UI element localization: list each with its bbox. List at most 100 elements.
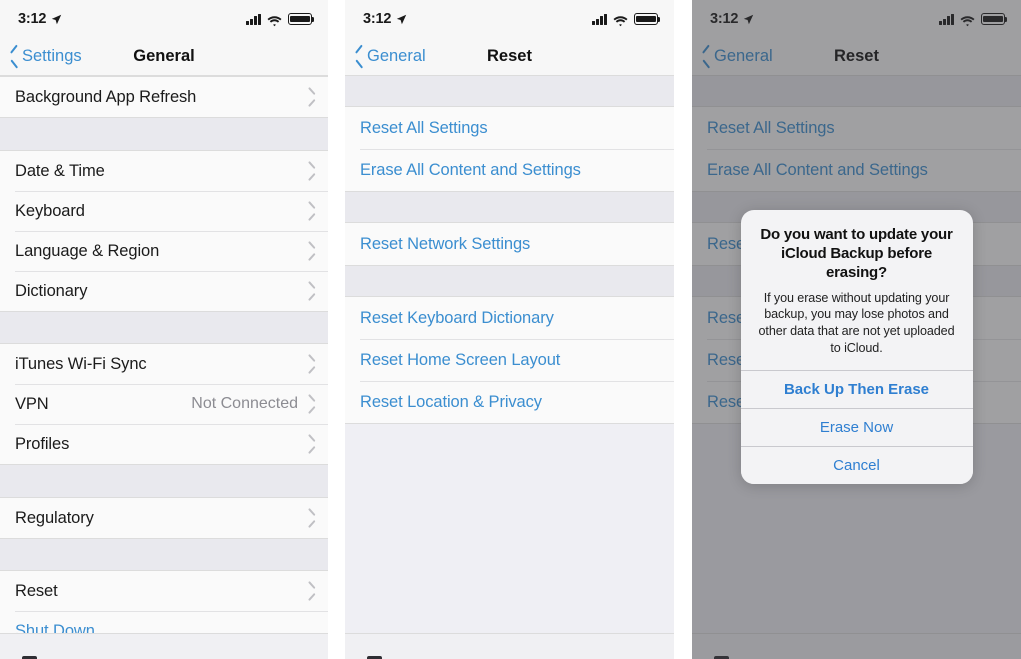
list-item-erase-all-content[interactable]: Erase All Content and Settings [692, 149, 1021, 191]
status-bar-left: 3:12 [710, 11, 754, 27]
status-bar-right [246, 13, 315, 26]
wifi-icon [267, 14, 282, 26]
list-item-date-time[interactable]: Date & Time [0, 151, 328, 191]
chevron-right-icon [307, 437, 316, 452]
chevron-left-icon [701, 48, 711, 65]
list-item-profiles[interactable]: Profiles [0, 424, 328, 464]
list-item-dictionary[interactable]: Dictionary [0, 271, 328, 311]
location-arrow-icon [396, 13, 407, 24]
chevron-right-icon [307, 204, 316, 219]
icloud-backup-alert-dialog: Do you want to update your iCloud Backup… [740, 210, 973, 485]
status-bar-time: 3:12 [18, 11, 47, 27]
list-group: Regulatory [0, 497, 328, 539]
group-spacer [0, 539, 328, 570]
status-bar: 3:12 [345, 0, 674, 38]
status-bar-time: 3:12 [363, 11, 392, 27]
chevron-right-icon [307, 511, 316, 526]
list-item-itunes-wifi-sync[interactable]: iTunes Wi-Fi Sync [0, 344, 328, 384]
nav-bar-reset: General Reset [692, 38, 1021, 76]
list-item-label: Background App Refresh [15, 87, 197, 106]
screenshot-stage: 3:12 Settings General Background App Ref… [0, 0, 1021, 659]
screen-general: 3:12 Settings General Background App Ref… [0, 0, 328, 659]
chevron-right-icon [307, 584, 316, 599]
list-item-vpn[interactable]: VPN Not Connected [0, 384, 328, 424]
list-item-label: iTunes Wi-Fi Sync [15, 354, 147, 373]
phone-panel-general: 3:12 Settings General Background App Ref… [0, 0, 328, 659]
group-spacer [345, 76, 674, 106]
location-arrow-icon [743, 13, 754, 24]
chevron-right-icon [307, 284, 316, 299]
list-group: Reset All Settings Erase All Content and… [345, 106, 674, 192]
back-button-label: General [367, 47, 426, 65]
list-item-reset-all-settings[interactable]: Reset All Settings [692, 107, 1021, 149]
group-spacer [692, 76, 1021, 106]
phone-panel-alert: 3:12 General Reset Reset All Settings Er… [692, 0, 1021, 659]
chevron-left-icon [9, 48, 19, 65]
location-arrow-icon [51, 13, 62, 24]
nav-bar-reset: General Reset [345, 38, 674, 76]
list-group: Date & Time Keyboard Language & Region D… [0, 150, 328, 312]
alert-message: If you erase without updating your backu… [758, 290, 955, 355]
group-spacer [0, 312, 328, 343]
status-bar-left: 3:12 [363, 11, 407, 27]
battery-full-icon [981, 13, 1008, 25]
list-item-label: Date & Time [15, 161, 105, 180]
back-button-label: Settings [22, 47, 82, 65]
group-spacer [0, 118, 328, 150]
list-group: Reset Keyboard Dictionary Reset Home Scr… [345, 296, 674, 424]
list-item-reset-home-screen-layout[interactable]: Reset Home Screen Layout [345, 339, 674, 381]
wifi-icon [960, 14, 975, 26]
cellular-signal-icon [939, 13, 954, 25]
back-up-then-erase-button[interactable]: Back Up Then Erase [740, 370, 973, 409]
list-item-reset-all-settings[interactable]: Reset All Settings [345, 107, 674, 149]
list-item-label: Regulatory [15, 508, 94, 527]
cancel-button[interactable]: Cancel [740, 446, 973, 485]
back-button-label: General [714, 47, 773, 65]
back-button-general[interactable]: General [345, 47, 426, 66]
phone-panel-reset: 3:12 General Reset Reset All Settings Er… [345, 0, 674, 659]
chevron-right-icon [307, 90, 316, 105]
erase-now-button[interactable]: Erase Now [740, 408, 973, 447]
list-group: Reset Network Settings [345, 222, 674, 266]
wifi-icon [613, 14, 628, 26]
chevron-right-icon [307, 164, 316, 179]
screen-alert: 3:12 General Reset Reset All Settings Er… [692, 0, 1021, 659]
list-item-label: VPN [15, 394, 49, 413]
chevron-left-icon [354, 48, 364, 65]
list-item-reset[interactable]: Reset [0, 571, 328, 611]
screen-reset: 3:12 General Reset Reset All Settings Er… [345, 0, 674, 659]
list-item-label: Reset [15, 581, 58, 600]
back-button-settings[interactable]: Settings [0, 47, 82, 66]
list-item-background-app-refresh[interactable]: Background App Refresh [0, 77, 328, 117]
battery-full-icon [288, 13, 315, 25]
list-item-reset-network-settings[interactable]: Reset Network Settings [345, 223, 674, 265]
chevron-right-icon [307, 357, 316, 372]
nav-bar-general: Settings General [0, 38, 328, 76]
chevron-right-icon [307, 244, 316, 259]
bottom-tab-bar-partial [692, 633, 1021, 659]
battery-full-icon [634, 13, 661, 25]
list-item-keyboard[interactable]: Keyboard [0, 191, 328, 231]
list-item-erase-all-content[interactable]: Erase All Content and Settings [345, 149, 674, 191]
status-bar: 3:12 [692, 0, 1021, 38]
list-item-label: Profiles [15, 434, 70, 453]
group-spacer [345, 192, 674, 222]
back-button-general[interactable]: General [692, 47, 773, 66]
alert-title: Do you want to update your iCloud Backup… [760, 226, 953, 281]
list-group: iTunes Wi-Fi Sync VPN Not Connected Prof… [0, 343, 328, 465]
list-item-language-region[interactable]: Language & Region [0, 231, 328, 271]
cellular-signal-icon [592, 13, 607, 25]
status-bar-left: 3:12 [18, 11, 62, 27]
list-item-reset-location-privacy[interactable]: Reset Location & Privacy [345, 381, 674, 423]
list-item-regulatory[interactable]: Regulatory [0, 498, 328, 538]
settings-list-reset: Reset All Settings Erase All Content and… [345, 76, 674, 424]
settings-list-general: Background App Refresh Date & Time Keybo… [0, 76, 328, 652]
list-item-reset-keyboard-dictionary[interactable]: Reset Keyboard Dictionary [345, 297, 674, 339]
bottom-tab-bar-partial [345, 633, 674, 659]
status-bar-right [592, 13, 661, 26]
status-bar-right [939, 13, 1008, 26]
list-item-label: Language & Region [15, 241, 160, 260]
list-item-value: Not Connected [191, 395, 298, 412]
group-spacer [345, 266, 674, 296]
bottom-tab-bar-partial [0, 633, 328, 659]
